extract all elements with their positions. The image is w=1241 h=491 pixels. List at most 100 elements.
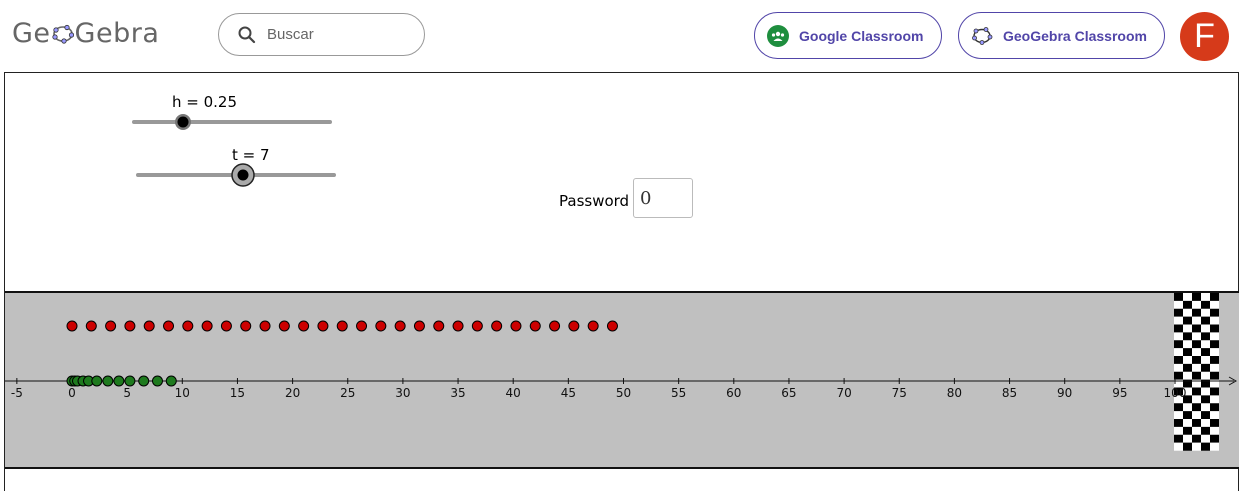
flag-square (1201, 316, 1210, 325)
x-tick-label: 55 (671, 386, 686, 400)
flag-square (1201, 356, 1210, 365)
flag-square (1201, 395, 1210, 404)
flag-square (1183, 332, 1192, 341)
x-tick-label: 40 (506, 386, 521, 400)
graphics-view[interactable]: -5 0 5 10 15 20 25 30 35 40 45 50 55 60 65 70 75 80 85 90 95… (0, 0, 1241, 491)
red-point[interactable] (452, 320, 464, 332)
flag-square (1183, 340, 1192, 349)
slider-t-knob[interactable] (237, 169, 249, 181)
flag-square (1210, 442, 1219, 451)
red-point[interactable] (298, 320, 310, 332)
red-point[interactable] (413, 320, 425, 332)
flag-square (1210, 300, 1219, 309)
red-point[interactable] (549, 320, 561, 332)
flag-square (1192, 403, 1201, 412)
flag-square (1192, 316, 1201, 325)
red-point[interactable] (375, 320, 387, 332)
red-point[interactable] (105, 320, 117, 332)
x-tick-label: 0 (68, 386, 76, 400)
flag-square (1210, 426, 1219, 435)
flag-square (1210, 371, 1219, 380)
red-point[interactable] (259, 320, 271, 332)
flag-square (1201, 411, 1210, 420)
red-point[interactable] (66, 320, 78, 332)
red-point[interactable] (201, 320, 213, 332)
x-tick-label: 10 (175, 386, 190, 400)
flag-square (1201, 426, 1210, 435)
green-point[interactable] (102, 375, 114, 387)
red-point[interactable] (587, 320, 599, 332)
green-point[interactable] (113, 375, 125, 387)
flag-square (1192, 387, 1201, 396)
red-point[interactable] (433, 320, 445, 332)
red-point[interactable] (471, 320, 483, 332)
finish-flag (1174, 293, 1219, 451)
flag-square (1183, 426, 1192, 435)
green-point[interactable] (165, 375, 177, 387)
flag-square (1192, 332, 1201, 341)
red-point[interactable] (568, 320, 580, 332)
red-point[interactable] (336, 320, 348, 332)
red-point[interactable] (356, 320, 368, 332)
x-tick-label: 95 (1112, 386, 1127, 400)
x-tick-label: 100 (1164, 386, 1187, 400)
red-point[interactable] (143, 320, 155, 332)
x-tick-label: 90 (1057, 386, 1072, 400)
green-point[interactable] (124, 375, 136, 387)
flag-square (1183, 324, 1192, 333)
flag-square (1201, 300, 1210, 309)
flag-square (1192, 419, 1201, 428)
green-points (66, 375, 177, 387)
red-point[interactable] (182, 320, 194, 332)
red-point[interactable] (220, 320, 232, 332)
flag-square (1201, 324, 1210, 333)
flag-square (1210, 324, 1219, 333)
flag-square (1183, 316, 1192, 325)
red-point[interactable] (529, 320, 541, 332)
red-point[interactable] (163, 320, 175, 332)
flag-square (1183, 356, 1192, 365)
x-tick-label: 65 (781, 386, 796, 400)
slider-h[interactable] (132, 114, 332, 130)
flag-square (1183, 371, 1192, 380)
flag-square (1192, 426, 1201, 435)
x-tick-label: 85 (1002, 386, 1017, 400)
red-point[interactable] (394, 320, 406, 332)
red-point[interactable] (491, 320, 503, 332)
red-point[interactable] (317, 320, 329, 332)
flag-square (1210, 411, 1219, 420)
red-point[interactable] (510, 320, 522, 332)
green-point[interactable] (91, 375, 103, 387)
flag-square (1183, 434, 1192, 443)
flag-square (1210, 316, 1219, 325)
x-tick-label: 25 (340, 386, 355, 400)
slider-h-knob[interactable] (177, 116, 189, 128)
red-point[interactable] (278, 320, 290, 332)
flag-square (1183, 403, 1192, 412)
red-point[interactable] (124, 320, 136, 332)
x-tick-label: 75 (892, 386, 907, 400)
flag-square (1201, 442, 1210, 451)
flag-square (1183, 293, 1192, 302)
green-point[interactable] (138, 375, 150, 387)
flag-square (1192, 356, 1201, 365)
slider-t[interactable] (136, 163, 336, 187)
flag-square (1210, 387, 1219, 396)
x-tick-label: 50 (616, 386, 631, 400)
flag-square (1192, 293, 1201, 302)
x-tick-label: 70 (836, 386, 851, 400)
flag-square (1201, 403, 1210, 412)
flag-square (1210, 403, 1219, 412)
red-point[interactable] (606, 320, 618, 332)
flag-square (1174, 426, 1183, 435)
flag-square (1201, 387, 1210, 396)
flag-square (1183, 411, 1192, 420)
red-point[interactable] (240, 320, 252, 332)
flag-square (1183, 308, 1192, 317)
flag-square (1201, 332, 1210, 341)
flag-square (1174, 411, 1183, 420)
flag-square (1201, 293, 1210, 302)
green-point[interactable] (151, 375, 163, 387)
x-tick-label: 80 (947, 386, 962, 400)
red-point[interactable] (85, 320, 97, 332)
